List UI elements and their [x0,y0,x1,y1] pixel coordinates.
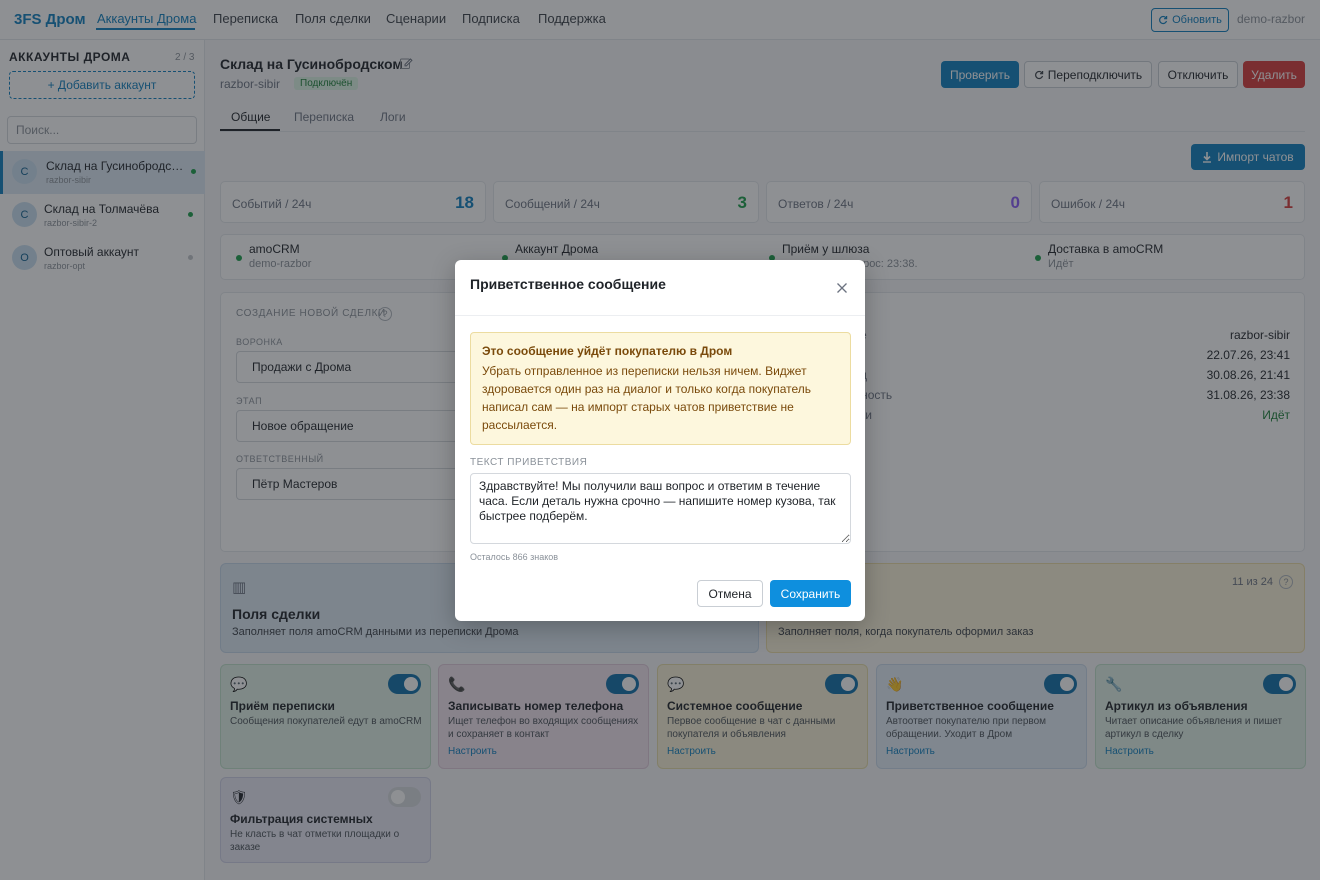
remaining-chars: Осталось 866 знаков [470,552,559,562]
warning-text: Убрать отправленное из переписки нельзя … [482,364,812,432]
warning-box: Это сообщение уйдёт покупателю в Дром Уб… [470,332,851,445]
modal-divider [455,315,865,316]
close-icon[interactable] [834,280,850,296]
greeting-label: ТЕКСТ ПРИВЕТСТВИЯ [470,457,588,468]
warning-title: Это сообщение уйдёт покупателю в Дром [482,344,733,358]
modal-title: Приветственное сообщение [470,276,666,292]
welcome-message-modal: Приветственное сообщение Это сообщение у… [455,260,865,621]
save-button[interactable]: Сохранить [770,580,851,607]
cancel-button[interactable]: Отмена [697,580,763,607]
greeting-textarea[interactable]: Здравствуйте! Мы получили ваш вопрос и о… [470,473,851,544]
